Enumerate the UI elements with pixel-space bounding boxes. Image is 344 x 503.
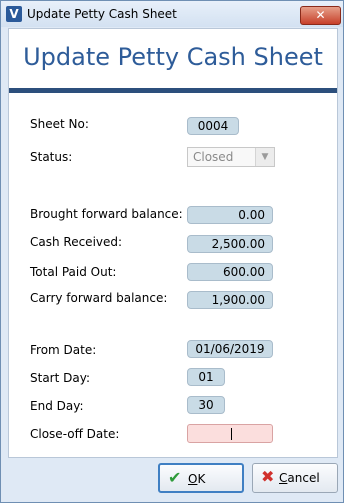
brought-forward-field: 0.00: [187, 206, 273, 224]
checkmark-icon: ✔: [168, 468, 182, 487]
x-icon: ✖: [261, 467, 275, 486]
cash-received-field: 2,500.00: [187, 235, 273, 253]
close-button[interactable]: ✕: [300, 6, 341, 25]
carry-forward-label: Carry forward balance:: [30, 291, 168, 305]
total-paid-out-label: Total Paid Out:: [30, 265, 117, 279]
cancel-button[interactable]: ✖ Cancel: [252, 463, 338, 493]
status-label: Status:: [30, 150, 73, 164]
start-day-field: 01: [187, 368, 225, 386]
status-select-value: Closed: [193, 150, 234, 164]
status-select[interactable]: Closed ▼: [187, 147, 275, 167]
sheet-no-field: 0004: [187, 117, 239, 135]
window-title: Update Petty Cash Sheet: [27, 7, 177, 21]
ok-label-rest: K: [197, 472, 206, 486]
start-day-label: Start Day:: [30, 371, 90, 385]
ok-button-label: OK: [188, 472, 205, 486]
from-date-field: 01/06/2019: [187, 340, 273, 358]
close-off-date-label: Close-off Date:: [30, 427, 120, 441]
carry-forward-field: 1,900.00: [187, 291, 273, 309]
total-paid-out-field: 600.00: [187, 263, 273, 281]
brought-forward-label: Brought forward balance:: [30, 207, 183, 221]
form-panel: Update Petty Cash Sheet Sheet No: 0004 S…: [8, 28, 338, 458]
page-title: Update Petty Cash Sheet: [23, 43, 323, 71]
close-off-date-input[interactable]: [187, 424, 273, 443]
app-icon: V: [6, 6, 22, 22]
cancel-label-rest: ancel: [287, 471, 320, 485]
chevron-down-icon[interactable]: ▼: [255, 148, 274, 166]
end-day-label: End Day:: [30, 399, 84, 413]
cash-received-label: Cash Received:: [30, 235, 123, 249]
ok-button[interactable]: ✔ OK: [158, 463, 244, 493]
end-day-field: 30: [187, 396, 225, 414]
from-date-label: From Date:: [30, 343, 97, 357]
sheet-no-label: Sheet No:: [30, 117, 89, 131]
title-bar[interactable]: V Update Petty Cash Sheet ✕: [1, 1, 343, 27]
text-caret: [231, 428, 232, 440]
dialog-window: V Update Petty Cash Sheet ✕ Update Petty…: [0, 0, 344, 503]
header-divider: [9, 88, 337, 93]
cancel-button-label: Cancel: [279, 471, 320, 485]
